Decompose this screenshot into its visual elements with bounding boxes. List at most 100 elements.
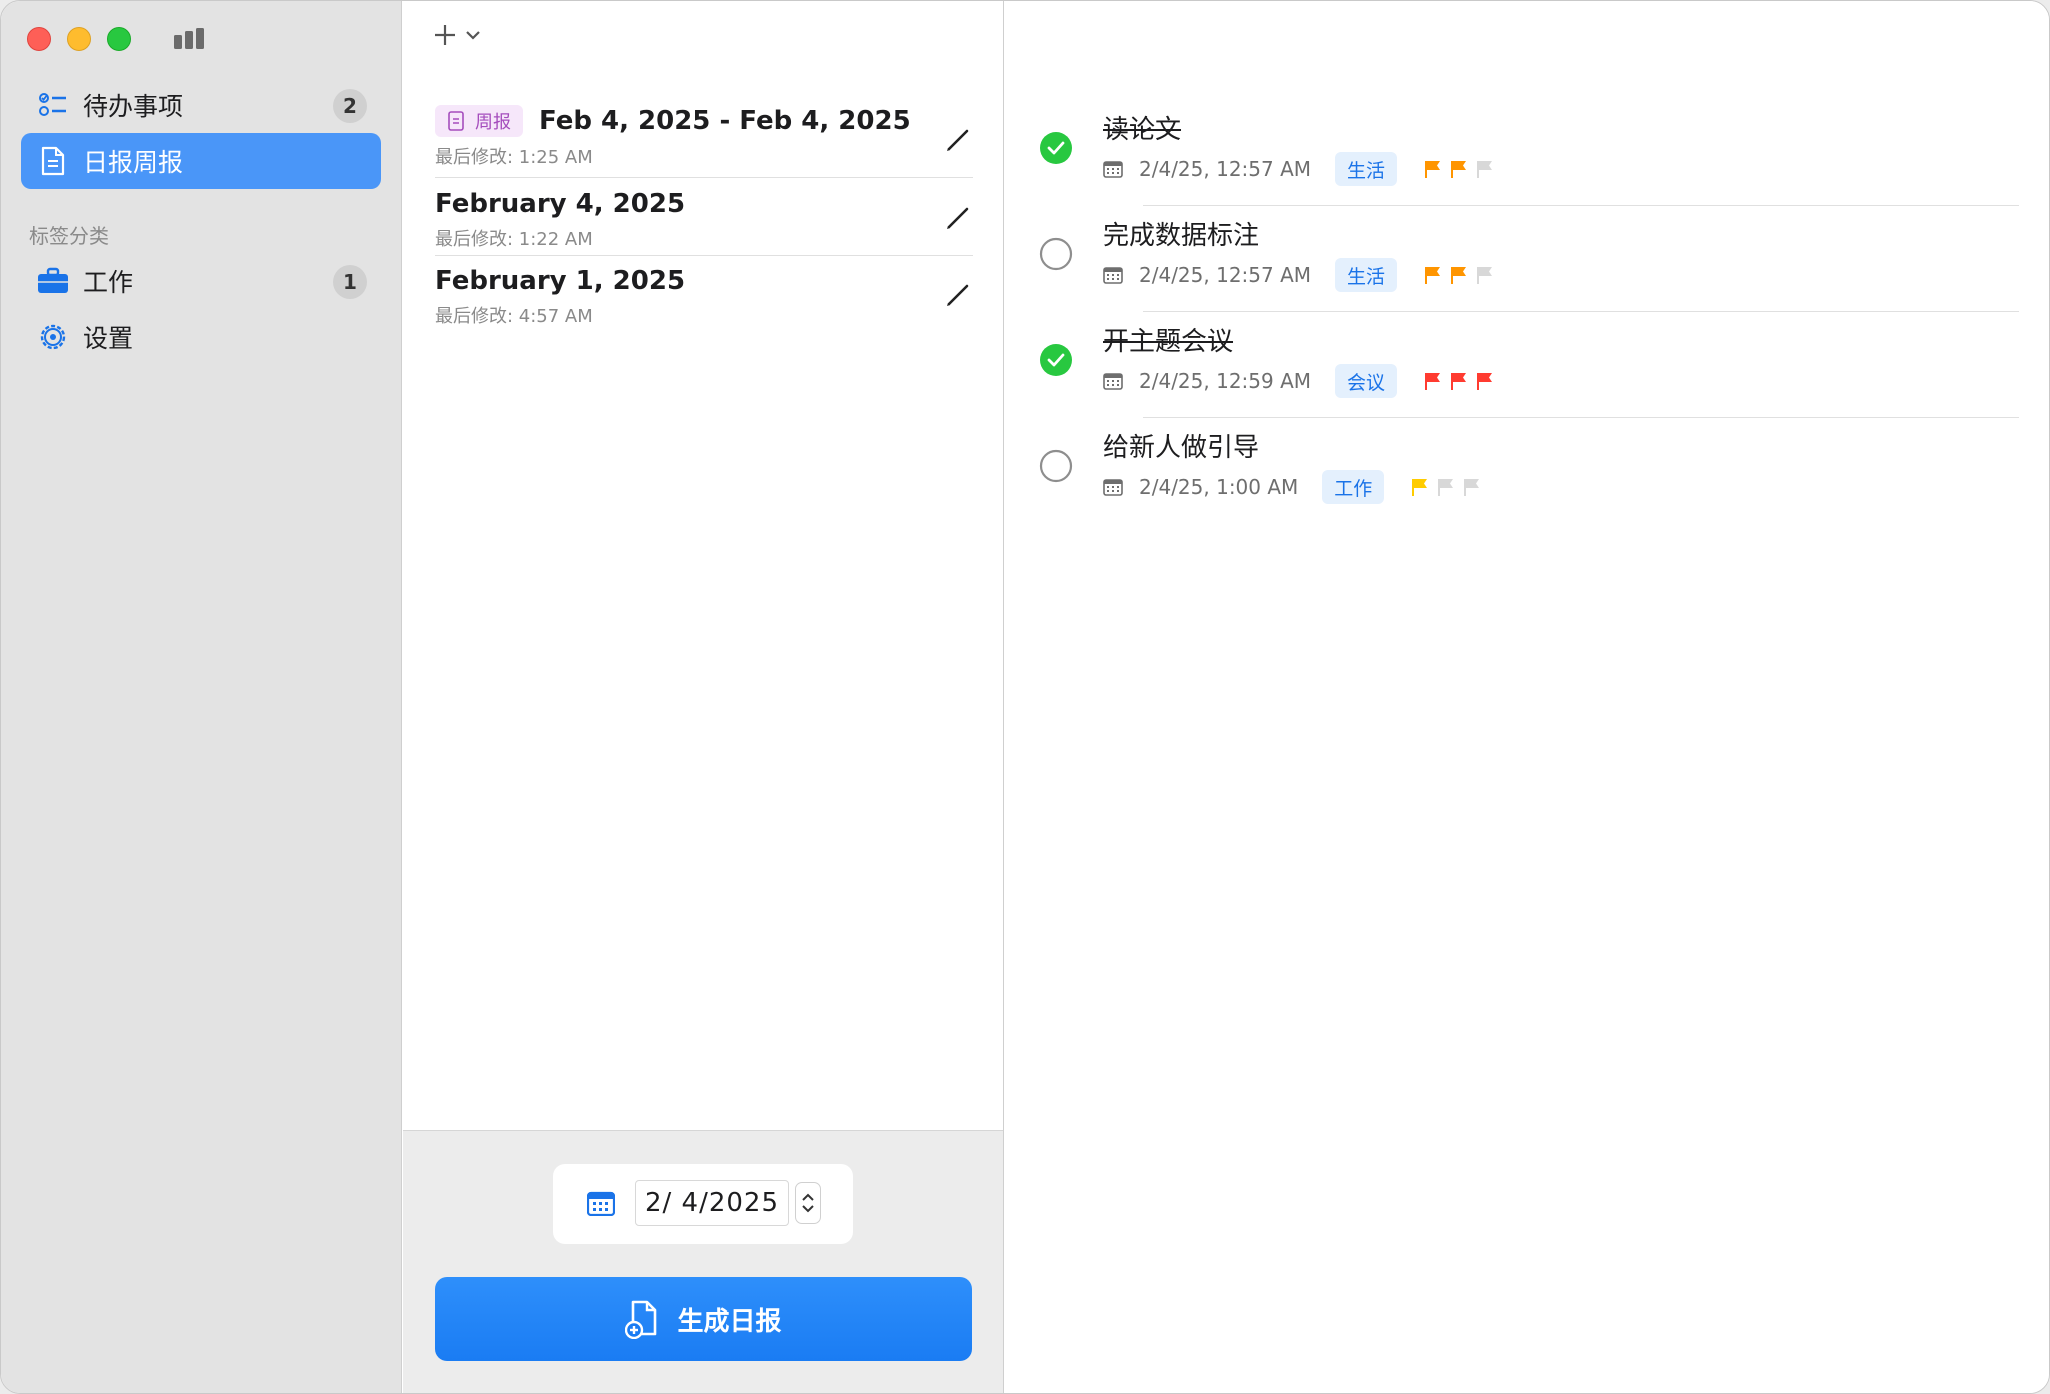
todo-meta: 2/4/25, 1:00 AM 工作 (1103, 467, 1482, 507)
sidebar-item-label: 日报周报 (83, 148, 184, 177)
add-menu-button[interactable] (433, 23, 481, 47)
close-window-button[interactable] (27, 27, 51, 51)
app-window: 待办事项 2 日报周报 标签分类 工作 1 设置 周报 Feb 4, 2025 … (0, 0, 2050, 1394)
weekly-report-tag: 周报 (435, 105, 523, 137)
checklist-icon (37, 89, 69, 121)
sidebar-item-label: 待办事项 (83, 92, 184, 121)
category-tag[interactable]: 生活 (1335, 152, 1398, 186)
edit-pencil-icon[interactable] (943, 125, 973, 155)
category-tag[interactable]: 会议 (1335, 364, 1398, 398)
zoom-window-button[interactable] (107, 27, 131, 51)
priority-flag-icon (1425, 161, 1441, 178)
generate-report-label: 生成日报 (677, 1306, 782, 1337)
priority-flag-icon (1451, 267, 1467, 284)
chevron-down-icon (466, 31, 480, 40)
report-modified-time: 最后修改: 4:57 AM (435, 306, 593, 327)
chevron-down-icon[interactable] (801, 1203, 815, 1215)
calendar-icon (1103, 161, 1123, 178)
briefcase-icon (37, 265, 69, 297)
generate-report-button[interactable]: 生成日报 (435, 1277, 972, 1361)
todo-detail-pane: 读论文 2/4/25, 12:57 AM 生活 完成数据标注 2/4/25, 12:57… (1005, 1, 2049, 1393)
priority-flags (1410, 477, 1482, 497)
todo-date: 2/4/25, 12:59 AM (1139, 369, 1312, 393)
todo-title: 读论文 (1103, 115, 1182, 145)
chevron-up-icon[interactable] (801, 1191, 815, 1203)
report-tag-label: 周报 (475, 112, 511, 133)
sidebar-toggle-icon[interactable] (173, 27, 207, 55)
new-document-icon (625, 1300, 657, 1339)
todo-date: 2/4/25, 1:00 AM (1139, 475, 1299, 499)
incomplete-circle-icon[interactable] (1039, 237, 1073, 271)
calendar-icon[interactable] (586, 1190, 616, 1220)
report-item[interactable]: February 1, 2025 最后修改: 4:57 AM (435, 266, 973, 328)
list-divider (435, 255, 973, 256)
priority-flags (1423, 159, 1495, 179)
edit-pencil-icon[interactable] (943, 280, 973, 310)
gear-icon (37, 321, 69, 353)
sidebar-item-work[interactable]: 工作 1 (21, 253, 381, 309)
report-title: Feb 4, 2025 - Feb 4, 2025 (539, 106, 911, 136)
todo-meta: 2/4/25, 12:57 AM 生活 (1103, 255, 1495, 295)
date-picker: 2/ 4/2025 (553, 1164, 853, 1244)
report-item[interactable]: 周报 Feb 4, 2025 - Feb 4, 2025 最后修改: 1:25 … (435, 105, 973, 169)
category-tag[interactable]: 工作 (1322, 470, 1385, 504)
todo-meta: 2/4/25, 12:59 AM 会议 (1103, 361, 1495, 401)
todo-title: 完成数据标注 (1103, 221, 1260, 251)
calendar-icon (1103, 373, 1123, 390)
calendar-icon (1103, 267, 1123, 284)
priority-flag-icon (1438, 479, 1454, 496)
generate-panel: 2/ 4/2025 生成日报 (403, 1130, 1003, 1393)
list-divider (1143, 311, 2019, 312)
priority-flag-icon (1477, 373, 1493, 390)
report-item[interactable]: February 4, 2025 最后修改: 1:22 AM (435, 189, 973, 251)
report-doc-icon (448, 111, 464, 131)
completed-check-icon[interactable] (1039, 343, 1073, 377)
todo-date: 2/4/25, 12:57 AM (1139, 157, 1312, 181)
work-count-badge: 1 (333, 265, 367, 299)
document-icon (37, 145, 69, 177)
completed-check-icon[interactable] (1039, 131, 1073, 165)
sidebar-item-todos[interactable]: 待办事项 2 (21, 77, 381, 133)
todo-meta: 2/4/25, 12:57 AM 生活 (1103, 149, 1495, 189)
window-controls (27, 27, 131, 51)
priority-flags (1423, 371, 1495, 391)
sidebar-item-settings[interactable]: 设置 (21, 309, 381, 365)
sidebar: 待办事项 2 日报周报 标签分类 工作 1 设置 (1, 1, 402, 1393)
minimize-window-button[interactable] (67, 27, 91, 51)
calendar-icon (1103, 479, 1123, 496)
list-divider (435, 177, 973, 178)
report-title: February 4, 2025 (435, 189, 686, 219)
priority-flags (1423, 265, 1495, 285)
todo-date: 2/4/25, 12:57 AM (1139, 263, 1312, 287)
date-input[interactable]: 2/ 4/2025 (635, 1180, 789, 1226)
list-divider (1143, 417, 2019, 418)
todo-item[interactable]: 给新人做引导 2/4/25, 1:00 AM 工作 (1039, 427, 2019, 527)
incomplete-circle-icon[interactable] (1039, 449, 1073, 483)
priority-flag-icon (1412, 479, 1428, 496)
todo-item[interactable]: 开主题会议 2/4/25, 12:59 AM 会议 (1039, 321, 2019, 421)
edit-pencil-icon[interactable] (943, 203, 973, 233)
todo-title: 开主题会议 (1103, 327, 1234, 357)
priority-flag-icon (1425, 373, 1441, 390)
priority-flag-icon (1477, 267, 1493, 284)
priority-flag-icon (1451, 161, 1467, 178)
sidebar-item-reports[interactable]: 日报周报 (21, 133, 381, 189)
sidebar-item-label: 工作 (83, 268, 134, 297)
sidebar-item-label: 设置 (83, 324, 134, 353)
date-stepper[interactable] (795, 1182, 821, 1224)
priority-flag-icon (1425, 267, 1441, 284)
tags-section-title: 标签分类 (29, 224, 109, 248)
todo-title: 给新人做引导 (1103, 433, 1260, 463)
todo-item[interactable]: 完成数据标注 2/4/25, 12:57 AM 生活 (1039, 215, 2019, 315)
reports-list-pane: 周报 Feb 4, 2025 - Feb 4, 2025 最后修改: 1:25 … (403, 1, 1004, 1393)
priority-flag-icon (1451, 373, 1467, 390)
report-modified-time: 最后修改: 1:22 AM (435, 229, 593, 250)
todo-count-badge: 2 (333, 89, 367, 123)
todo-item[interactable]: 读论文 2/4/25, 12:57 AM 生活 (1039, 109, 2019, 209)
plus-icon (435, 25, 455, 45)
report-modified-time: 最后修改: 1:25 AM (435, 147, 593, 168)
category-tag[interactable]: 生活 (1335, 258, 1398, 292)
list-divider (1143, 205, 2019, 206)
report-title: February 1, 2025 (435, 266, 686, 296)
priority-flag-icon (1464, 479, 1480, 496)
